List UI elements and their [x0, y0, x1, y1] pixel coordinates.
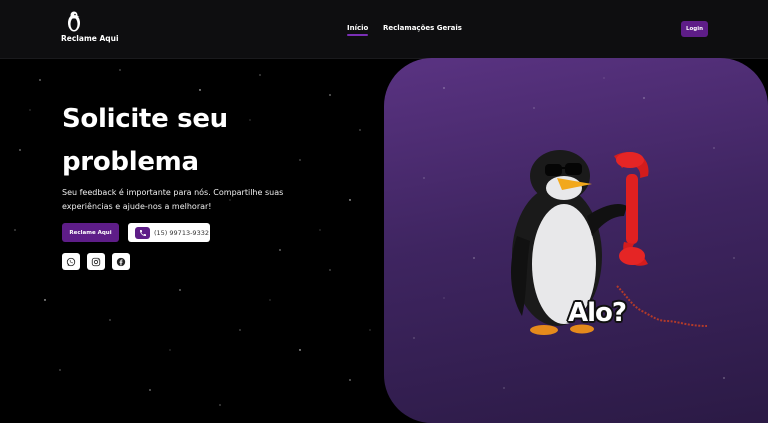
- nav-link-inicio[interactable]: Início: [347, 24, 369, 36]
- logo-text: Reclame Aqui: [61, 34, 119, 43]
- hero-title-line1: Solicite seu: [62, 104, 228, 134]
- reclame-aqui-button[interactable]: Reclame Aqui: [62, 223, 119, 242]
- instagram-icon: [91, 257, 101, 266]
- meme-caption: Alo?: [568, 298, 627, 328]
- whatsapp-button[interactable]: [62, 253, 80, 270]
- whatsapp-icon: [66, 257, 76, 266]
- facebook-button[interactable]: [112, 253, 130, 270]
- phone-number: (15) 99713-9332: [154, 228, 209, 237]
- hero-title: Solicite seu problema: [62, 98, 302, 184]
- penguin-logo-icon: [68, 11, 80, 32]
- login-button[interactable]: Login: [681, 21, 708, 37]
- navbar: Reclame Aqui Início Reclamações Gerais L…: [0, 0, 768, 59]
- hero-image-panel: Alo?: [384, 58, 768, 423]
- nav-link-reclamacoes-gerais[interactable]: Reclamações Gerais: [383, 24, 462, 32]
- hero-title-line2: problema: [62, 147, 199, 177]
- phone-button[interactable]: (15) 99713-9332: [128, 223, 210, 242]
- phone-icon: [135, 226, 150, 239]
- logo[interactable]: Reclame Aqui: [61, 10, 121, 48]
- instagram-button[interactable]: [87, 253, 105, 270]
- facebook-icon: [116, 257, 126, 266]
- hero-subtitle: Seu feedback é importante para nós. Comp…: [62, 188, 284, 211]
